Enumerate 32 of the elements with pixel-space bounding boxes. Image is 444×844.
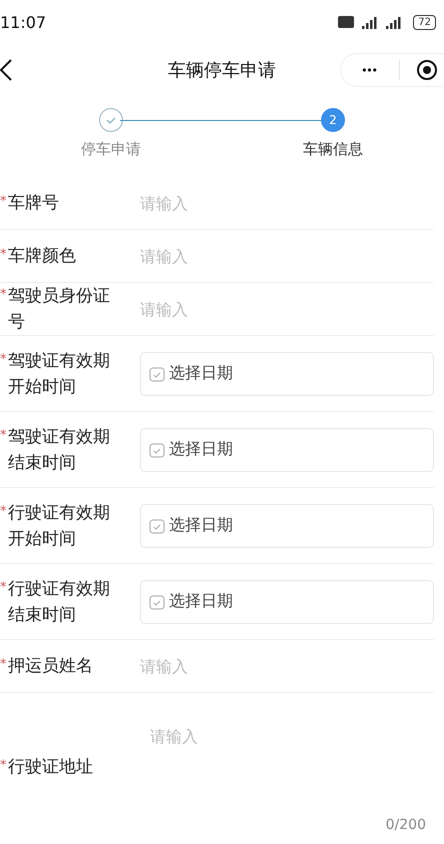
required-mark: * (0, 193, 8, 211)
required-mark: * (0, 757, 8, 775)
battery-icon: 72 (413, 14, 436, 30)
field-label: 车牌号 (8, 192, 60, 215)
field-label: 车牌颜色 (8, 245, 77, 268)
field-label: 押运员姓名 (8, 655, 94, 678)
character-counter: 0/200 (386, 817, 426, 833)
field-label: 驾驶员身份证号 (8, 285, 111, 334)
date-picker[interactable]: 选择日期 (140, 428, 434, 472)
field-label: 行驶证有效期结束时间 (8, 578, 111, 626)
required-mark: * (0, 502, 8, 520)
required-mark: * (0, 426, 8, 444)
field-label: 行驶证有效期开始时间 (8, 502, 111, 550)
status-time: 11:07 (0, 12, 46, 32)
required-mark: * (0, 246, 8, 264)
date-picker[interactable]: 选择日期 (140, 580, 434, 624)
required-mark: * (0, 578, 8, 596)
step-label: 停车申请 (81, 140, 141, 159)
close-button[interactable] (416, 59, 438, 81)
required-mark: * (0, 350, 8, 368)
field-label: 驾驶证有效期开始时间 (8, 350, 111, 398)
field-label: 行驶证地址 (8, 756, 94, 779)
step-label: 车辆信息 (303, 140, 363, 159)
step-number: 2 (321, 108, 345, 132)
date-picker[interactable]: 选择日期 (140, 504, 434, 548)
date-picker[interactable]: 选择日期 (140, 352, 434, 396)
required-mark: * (0, 656, 8, 674)
more-button[interactable]: ••• (341, 63, 399, 77)
back-button[interactable] (0, 58, 14, 82)
field-label: 驾驶证有效期结束时间 (8, 426, 111, 474)
required-mark: * (0, 286, 8, 304)
page-title: 车辆停车申请 (168, 59, 276, 82)
